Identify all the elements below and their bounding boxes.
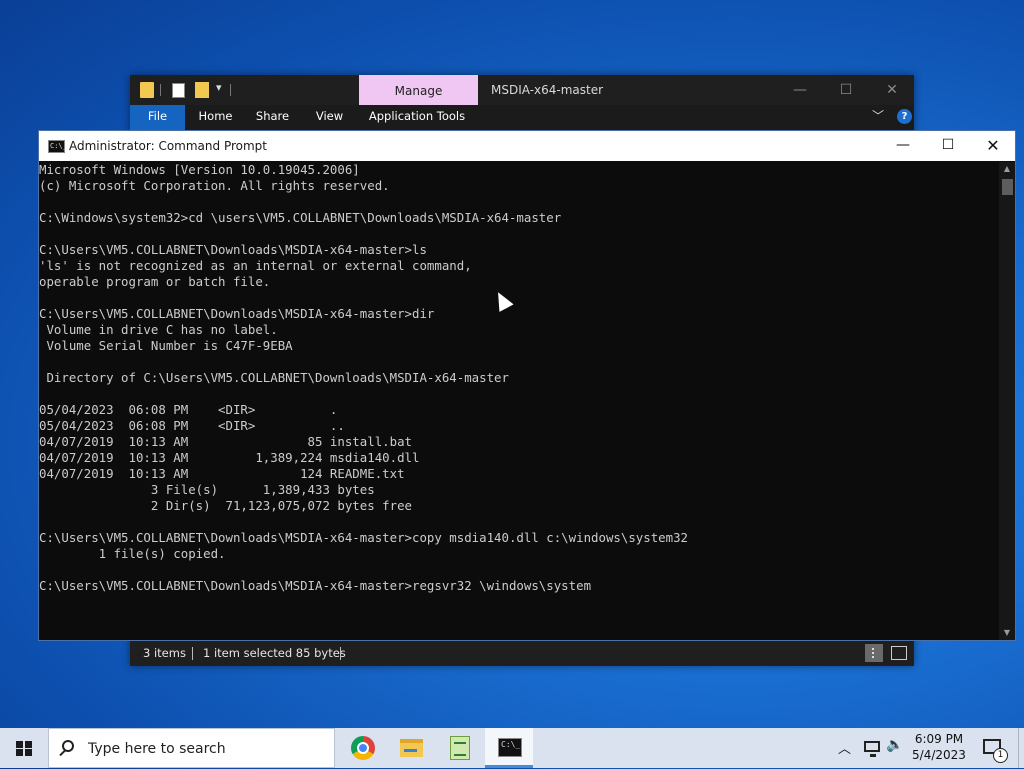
status-divider	[340, 647, 341, 660]
tab-share[interactable]: Share	[245, 105, 300, 130]
quick-access-divider	[160, 84, 161, 96]
console-line: 3 File(s) 1,389,433 bytes	[39, 482, 375, 497]
scroll-down-arrow-icon[interactable]: ▼	[999, 626, 1015, 640]
command-prompt-icon[interactable]: C:\_	[48, 140, 67, 153]
chrome-icon	[351, 736, 375, 760]
console-line: 04/07/2019 10:13 AM 124 README.txt	[39, 466, 405, 481]
tab-home[interactable]: Home	[188, 105, 243, 130]
tab-manage[interactable]: Manage	[359, 75, 478, 105]
show-desktop-button[interactable]	[1018, 728, 1024, 768]
cmd-title-bar[interactable]: C:\_ Administrator: Command Prompt — ☐ ✕	[39, 131, 1015, 161]
console-output[interactable]: Microsoft Windows [Version 10.0.19045.20…	[39, 162, 997, 640]
console-line: C:\Users\VM5.COLLABNET\Downloads\MSDIA-x…	[39, 306, 435, 321]
console-line-current-input[interactable]: C:\Users\VM5.COLLABNET\Downloads\MSDIA-x…	[39, 578, 997, 594]
cmd-minimize-button[interactable]: —	[880, 131, 926, 161]
console-line: operable program or batch file.	[39, 274, 271, 289]
explorer-minimize-button[interactable]: —	[777, 75, 823, 105]
console-line: C:\Users\VM5.COLLABNET\Downloads\MSDIA-x…	[39, 530, 689, 545]
console-line: 2 Dir(s) 71,123,075,072 bytes free	[39, 498, 412, 513]
taskbar-search-box[interactable]: Type here to search	[48, 728, 335, 768]
volume-icon[interactable]: 🔈	[886, 737, 903, 753]
search-icon	[62, 740, 74, 752]
show-hidden-icons-chevron-icon[interactable]: ︿	[838, 738, 851, 757]
help-icon[interactable]: ?	[897, 109, 912, 124]
clock-date: 5/4/2023	[912, 748, 966, 762]
taskbar-app-command-prompt[interactable]: C:\_	[485, 728, 533, 768]
command-prompt-window[interactable]: C:\_ Administrator: Command Prompt — ☐ ✕…	[38, 130, 1016, 641]
new-folder-icon[interactable]	[195, 82, 209, 98]
notepad-icon	[450, 736, 470, 760]
taskbar-app-chrome[interactable]	[339, 728, 387, 768]
cmd-maximize-button[interactable]: ☐	[925, 131, 971, 161]
explorer-maximize-button[interactable]: ☐	[823, 75, 869, 105]
console-line: C:\Windows\system32>cd \users\VM5.COLLAB…	[39, 210, 562, 225]
search-placeholder: Type here to search	[88, 741, 226, 757]
tab-application-tools[interactable]: Application Tools	[362, 105, 472, 130]
details-view-icon[interactable]	[865, 644, 883, 662]
taskbar: Type here to search C:\_ ︿ 🔈 6:09 PM 5/4…	[0, 728, 1024, 768]
customize-quick-access-icon[interactable]: ▾	[216, 81, 222, 94]
console-line: 05/04/2023 06:08 PM <DIR> .	[39, 402, 338, 417]
console-line: Microsoft Windows [Version 10.0.19045.20…	[39, 162, 360, 177]
console-line: 1 file(s) copied.	[39, 546, 226, 561]
explorer-close-button[interactable]: ✕	[869, 75, 915, 105]
status-divider	[192, 647, 193, 660]
vertical-scrollbar[interactable]: ▲ ▼	[999, 162, 1015, 640]
explorer-ribbon-tabs: File Home Share View Application Tools ﹀…	[130, 105, 914, 130]
start-button[interactable]	[0, 728, 48, 768]
quick-access-divider	[230, 84, 231, 96]
console-line: Volume Serial Number is C47F-9EBA	[39, 338, 293, 353]
file-explorer-icon	[400, 739, 423, 757]
cmd-close-button[interactable]: ✕	[970, 131, 1016, 161]
console-line: 04/07/2019 10:13 AM 85 install.bat	[39, 434, 412, 449]
selection-info: 1 item selected 85 bytes	[203, 646, 346, 660]
explorer-status-bar: 3 items 1 item selected 85 bytes	[130, 640, 914, 666]
cmd-window-title: Administrator: Command Prompt	[69, 139, 267, 153]
clock-time: 6:09 PM	[914, 732, 964, 746]
notification-count-badge: 1	[993, 748, 1008, 763]
windows-logo-icon	[16, 741, 32, 756]
console-line: 05/04/2023 06:08 PM <DIR> ..	[39, 418, 345, 433]
console-line: C:\Users\VM5.COLLABNET\Downloads\MSDIA-x…	[39, 242, 427, 257]
console-line: (c) Microsoft Corporation. All rights re…	[39, 178, 390, 193]
console-line: 'ls' is not recognized as an internal or…	[39, 258, 472, 273]
tab-file[interactable]: File	[130, 105, 185, 130]
expand-ribbon-chevron-icon[interactable]: ﹀	[872, 107, 884, 124]
explorer-title-bar[interactable]: ▾ Manage MSDIA-x64-master — ☐ ✕	[130, 75, 914, 105]
scroll-up-arrow-icon[interactable]: ▲	[999, 162, 1015, 176]
console-line: 04/07/2019 10:13 AM 1,389,224 msdia140.d…	[39, 450, 420, 465]
large-icons-view-icon[interactable]	[891, 646, 907, 660]
item-count: 3 items	[143, 646, 186, 660]
scrollbar-thumb[interactable]	[1002, 179, 1013, 195]
clock[interactable]: 6:09 PM 5/4/2023	[910, 731, 968, 763]
command-prompt-icon: C:\_	[498, 738, 522, 757]
properties-icon[interactable]	[172, 83, 185, 98]
console-line: Directory of C:\Users\VM5.COLLABNET\Down…	[39, 370, 509, 385]
folder-icon[interactable]	[140, 82, 154, 98]
console-line: Volume in drive C has no label.	[39, 322, 278, 337]
network-icon[interactable]	[864, 741, 880, 757]
tab-view[interactable]: View	[302, 105, 357, 130]
explorer-window-title: MSDIA-x64-master	[491, 83, 604, 97]
taskbar-app-file-explorer[interactable]	[387, 728, 435, 768]
taskbar-app-notepad[interactable]	[436, 728, 484, 768]
